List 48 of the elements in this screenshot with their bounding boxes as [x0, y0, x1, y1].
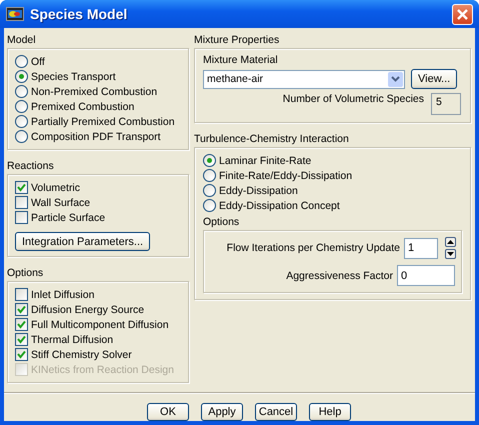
checkbox-option[interactable]: Inlet Diffusion [15, 287, 180, 302]
group-label: Reactions [7, 160, 55, 172]
radio-option[interactable]: Species Transport [15, 69, 180, 84]
app-icon [6, 7, 24, 21]
dialog-button[interactable]: OK [147, 403, 189, 421]
radio-option[interactable]: Composition PDF Transport [15, 129, 180, 144]
radio-option[interactable]: Eddy-Dissipation [203, 183, 462, 198]
species-count-field: 5 [431, 93, 461, 115]
close-icon [456, 8, 469, 20]
radio-option[interactable]: Eddy-Dissipation Concept [203, 198, 462, 213]
radio-option[interactable]: Off [15, 54, 180, 69]
field-label: Aggressiveness Factor [286, 270, 393, 282]
group-label: Options [203, 216, 240, 228]
checkbox-option[interactable]: Particle Surface [15, 210, 180, 225]
view-button[interactable]: View... [411, 69, 458, 89]
input-field[interactable]: 1 [404, 238, 438, 258]
window-title: Species Model [30, 6, 128, 22]
close-button[interactable] [452, 4, 473, 24]
dialog-button[interactable]: Cancel [255, 403, 297, 421]
checkbox-option[interactable]: Volumetric [15, 180, 180, 195]
dialog-button[interactable]: Apply [201, 403, 243, 421]
integration-parameters-button[interactable]: Integration Parameters... [15, 232, 150, 251]
field-label: Mixture Material [203, 54, 279, 66]
group-label: Mixture Properties [194, 34, 280, 46]
field-label: Flow Iterations per Chemistry Update [226, 242, 400, 254]
triangle-up-icon [447, 240, 454, 244]
spin-up-button[interactable] [445, 237, 456, 247]
field-label: Number of Volumetric Species [282, 93, 424, 105]
chevron-down-icon [391, 76, 400, 82]
radio-option[interactable]: Premixed Combustion [15, 99, 180, 114]
triangle-down-icon [447, 252, 454, 256]
checkbox-option[interactable]: Diffusion Energy Source [15, 302, 180, 317]
group-label: Model [7, 34, 37, 46]
radio-option[interactable]: Finite-Rate/Eddy-Dissipation [203, 168, 462, 183]
radio-option[interactable]: Partially Premixed Combustion [15, 114, 180, 129]
check-icon [17, 183, 26, 192]
input-field[interactable]: 0 [397, 265, 455, 286]
radio-option[interactable]: Laminar Finite-Rate [203, 153, 462, 168]
group-label: Turbulence-Chemistry Interaction [194, 133, 350, 145]
radio-option[interactable]: Non-Premixed Combustion [15, 84, 180, 99]
checkbox-option[interactable]: Full Multicomponent Diffusion [15, 317, 180, 332]
dialog-button[interactable]: Help [309, 403, 351, 421]
checkbox-option[interactable]: Thermal Diffusion [15, 332, 180, 347]
checkbox-option[interactable]: Stiff Chemistry Solver [15, 347, 180, 362]
group-label: Options [7, 267, 44, 279]
material-dropdown[interactable]: methane-air [203, 70, 405, 88]
spin-down-button[interactable] [445, 249, 456, 259]
checkbox-option[interactable]: Wall Surface [15, 195, 180, 210]
